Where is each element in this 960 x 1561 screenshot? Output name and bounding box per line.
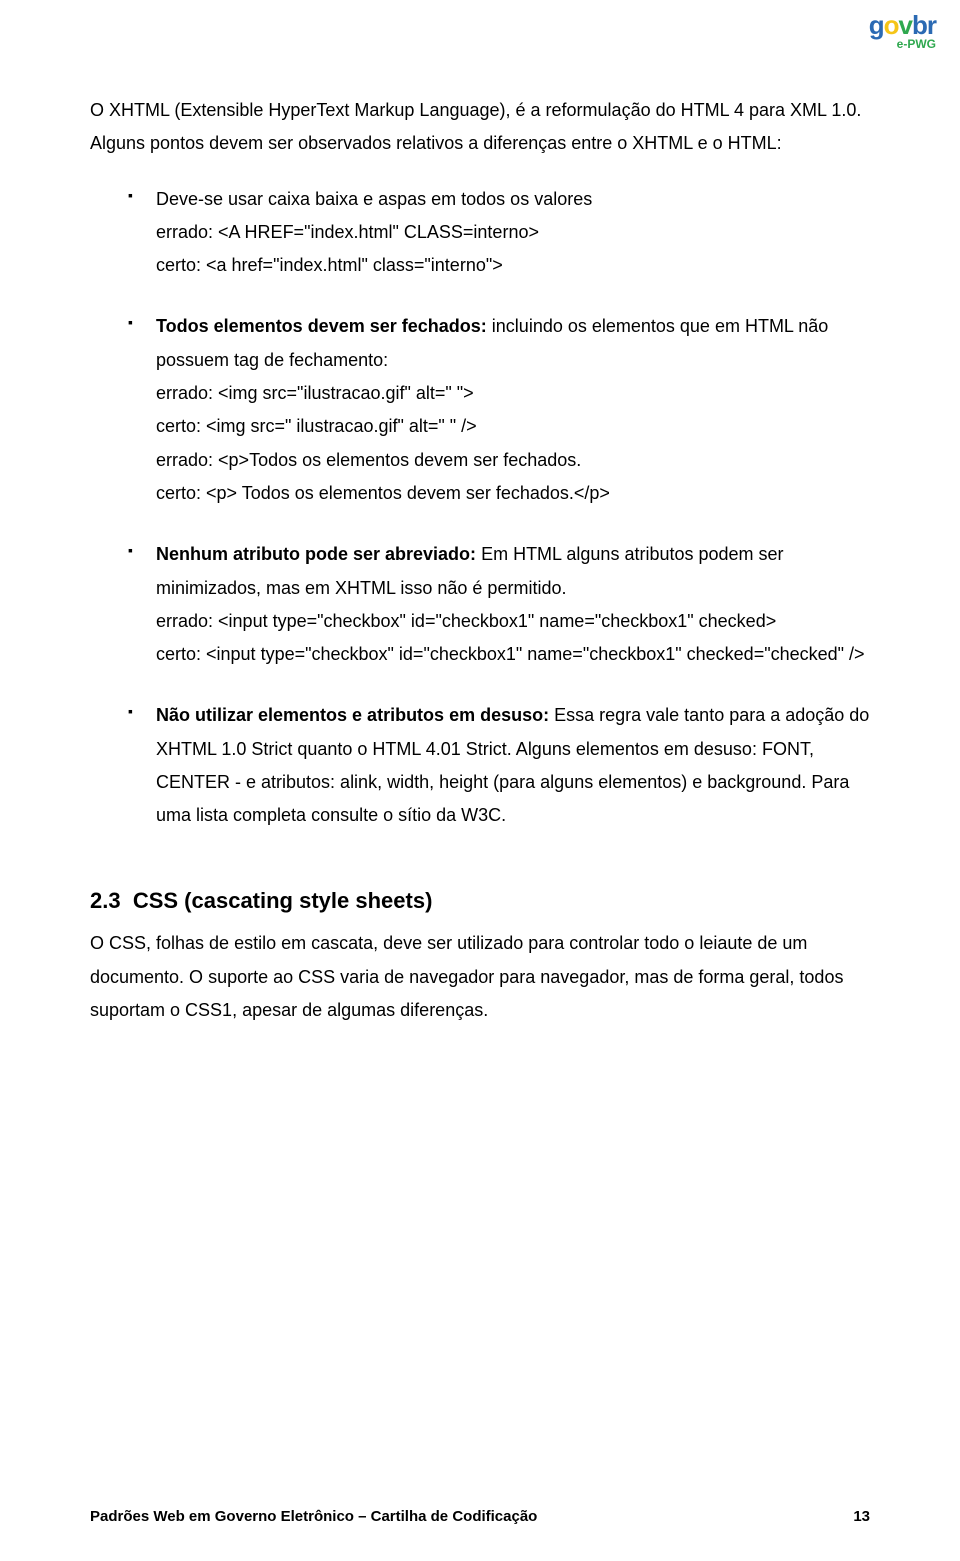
rule-line: certo: <input type="checkbox" id="checkb… bbox=[156, 638, 870, 671]
rule-line: errado: <A HREF="index.html" CLASS=inter… bbox=[156, 216, 870, 249]
rule-title: Nenhum atributo pode ser abreviado: bbox=[156, 544, 476, 564]
rule-title: Não utilizar elementos e atributos em de… bbox=[156, 705, 549, 725]
rule-item: Nenhum atributo pode ser abreviado: Em H… bbox=[128, 538, 870, 671]
rule-line: errado: <img src="ilustracao.gif" alt=" … bbox=[156, 377, 870, 410]
footer-page-number: 13 bbox=[853, 1508, 870, 1525]
section-title: CSS (cascating style sheets) bbox=[133, 888, 433, 913]
rule-line: errado: <p>Todos os elementos devem ser … bbox=[156, 444, 870, 477]
intro-paragraph: O XHTML (Extensible HyperText Markup Lan… bbox=[90, 94, 870, 161]
rule-title: Deve-se usar caixa baixa e aspas em todo… bbox=[156, 189, 592, 209]
footer-left: Padrões Web em Governo Eletrônico – Cart… bbox=[90, 1508, 537, 1525]
rule-line: certo: <p> Todos os elementos devem ser … bbox=[156, 477, 870, 510]
rule-line: errado: <input type="checkbox" id="check… bbox=[156, 605, 870, 638]
govbr-logo: govbr e-PWG bbox=[869, 12, 936, 50]
rule-line: certo: <a href="index.html" class="inter… bbox=[156, 249, 870, 282]
page-footer: Padrões Web em Governo Eletrônico – Cart… bbox=[90, 1508, 870, 1525]
rule-item: Deve-se usar caixa baixa e aspas em todo… bbox=[128, 183, 870, 283]
rule-item: Todos elementos devem ser fechados: incl… bbox=[128, 310, 870, 510]
rule-line: certo: <img src=" ilustracao.gif" alt=" … bbox=[156, 410, 870, 443]
section-number: 2.3 bbox=[90, 888, 121, 913]
section-heading: 2.3 CSS (cascating style sheets) bbox=[90, 881, 870, 922]
rule-item: Não utilizar elementos e atributos em de… bbox=[128, 699, 870, 832]
section-body: O CSS, folhas de estilo em cascata, deve… bbox=[90, 927, 870, 1027]
rule-title: Todos elementos devem ser fechados: bbox=[156, 316, 487, 336]
rule-list: Deve-se usar caixa baixa e aspas em todo… bbox=[128, 183, 870, 833]
